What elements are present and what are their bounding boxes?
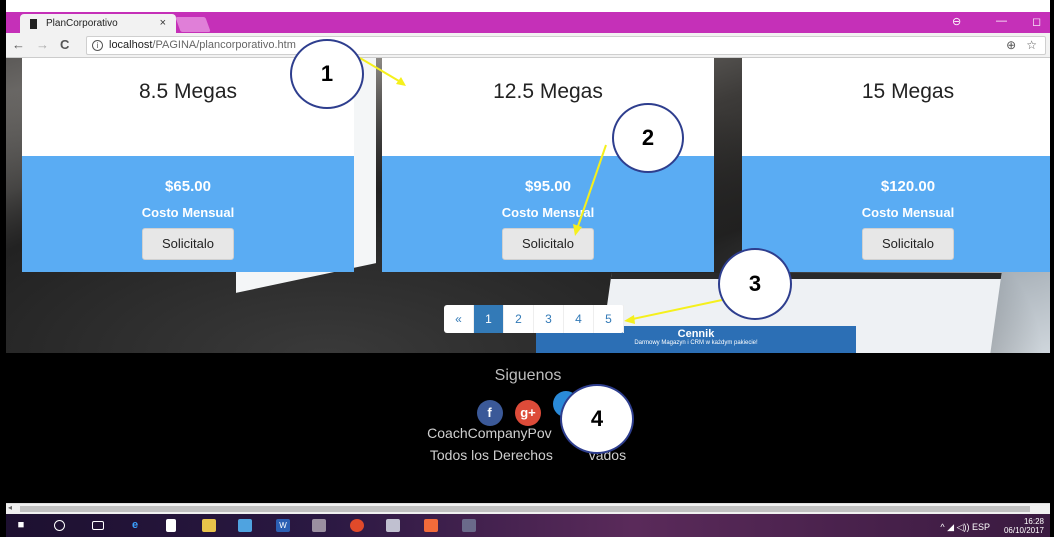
arrow-1-head bbox=[396, 77, 406, 86]
arrow-2 bbox=[575, 144, 607, 233]
callout-3: 3 bbox=[718, 248, 792, 320]
callout-1: 1 bbox=[290, 39, 364, 109]
frame-border-left bbox=[0, 0, 6, 537]
callout-2: 2 bbox=[612, 103, 684, 173]
annotation-arrows bbox=[359, 57, 723, 324]
arrow-3-head bbox=[624, 315, 635, 324]
callout-4: 4 bbox=[560, 384, 634, 454]
arrow-2-head bbox=[573, 224, 582, 236]
frame-border-right bbox=[1050, 0, 1054, 537]
arrow-3 bbox=[627, 299, 723, 321]
arrow-1 bbox=[359, 57, 405, 85]
